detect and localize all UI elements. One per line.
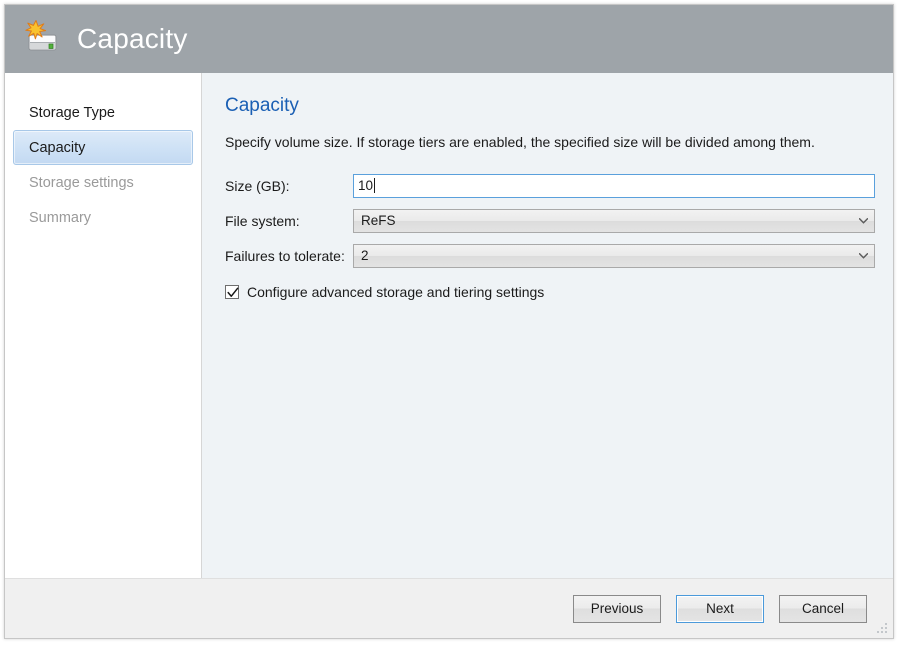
sidebar-item-storage-settings[interactable]: Storage settings: [13, 165, 193, 200]
file-system-field-row: File system: ReFS: [225, 209, 875, 233]
size-input-value: 10: [358, 178, 373, 193]
sidebar-item-summary[interactable]: Summary: [13, 200, 193, 235]
disk-drive-new-icon: [23, 19, 63, 59]
size-field-row: Size (GB): 10: [225, 174, 875, 198]
sidebar-item-label: Capacity: [29, 140, 85, 156]
window-body: Storage Type Capacity Storage settings S…: [5, 73, 893, 578]
window-title: Capacity: [77, 23, 188, 55]
failures-to-tolerate-value: 2: [361, 248, 369, 263]
title-bar: Capacity: [5, 5, 893, 73]
advanced-settings-checkbox-row[interactable]: Configure advanced storage and tiering s…: [225, 284, 875, 300]
checkmark-icon: [227, 287, 239, 299]
sidebar-item-storage-type[interactable]: Storage Type: [13, 95, 193, 130]
wizard-window: Capacity Storage Type Capacity Storage s…: [4, 4, 894, 639]
failures-to-tolerate-dropdown[interactable]: 2: [353, 244, 875, 268]
sidebar-item-label: Summary: [29, 210, 91, 226]
next-button[interactable]: Next: [676, 595, 764, 623]
file-system-value: ReFS: [361, 213, 396, 228]
sidebar-item-label: Storage Type: [29, 105, 115, 121]
resize-grip-icon[interactable]: [876, 622, 889, 635]
text-caret: [374, 178, 375, 193]
sidebar-item-label: Storage settings: [29, 175, 134, 191]
chevron-down-icon[interactable]: [853, 245, 874, 267]
previous-button[interactable]: Previous: [573, 595, 661, 623]
file-system-dropdown[interactable]: ReFS: [353, 209, 875, 233]
page-title: Capacity: [225, 95, 875, 117]
cancel-button[interactable]: Cancel: [779, 595, 867, 623]
sidebar-item-capacity[interactable]: Capacity: [13, 130, 193, 165]
size-label: Size (GB):: [225, 178, 353, 194]
failures-to-tolerate-label: Failures to tolerate:: [225, 248, 353, 264]
advanced-settings-checkbox-label: Configure advanced storage and tiering s…: [247, 284, 544, 300]
advanced-settings-checkbox[interactable]: [225, 285, 239, 299]
wizard-steps-sidebar: Storage Type Capacity Storage settings S…: [5, 73, 202, 578]
size-input[interactable]: 10: [353, 174, 875, 198]
page-description: Specify volume size. If storage tiers ar…: [225, 133, 875, 152]
main-content: Capacity Specify volume size. If storage…: [202, 73, 893, 578]
chevron-down-icon[interactable]: [853, 210, 874, 232]
footer-bar: Previous Next Cancel: [5, 578, 893, 638]
failures-to-tolerate-field-row: Failures to tolerate: 2: [225, 244, 875, 268]
file-system-label: File system:: [225, 213, 353, 229]
